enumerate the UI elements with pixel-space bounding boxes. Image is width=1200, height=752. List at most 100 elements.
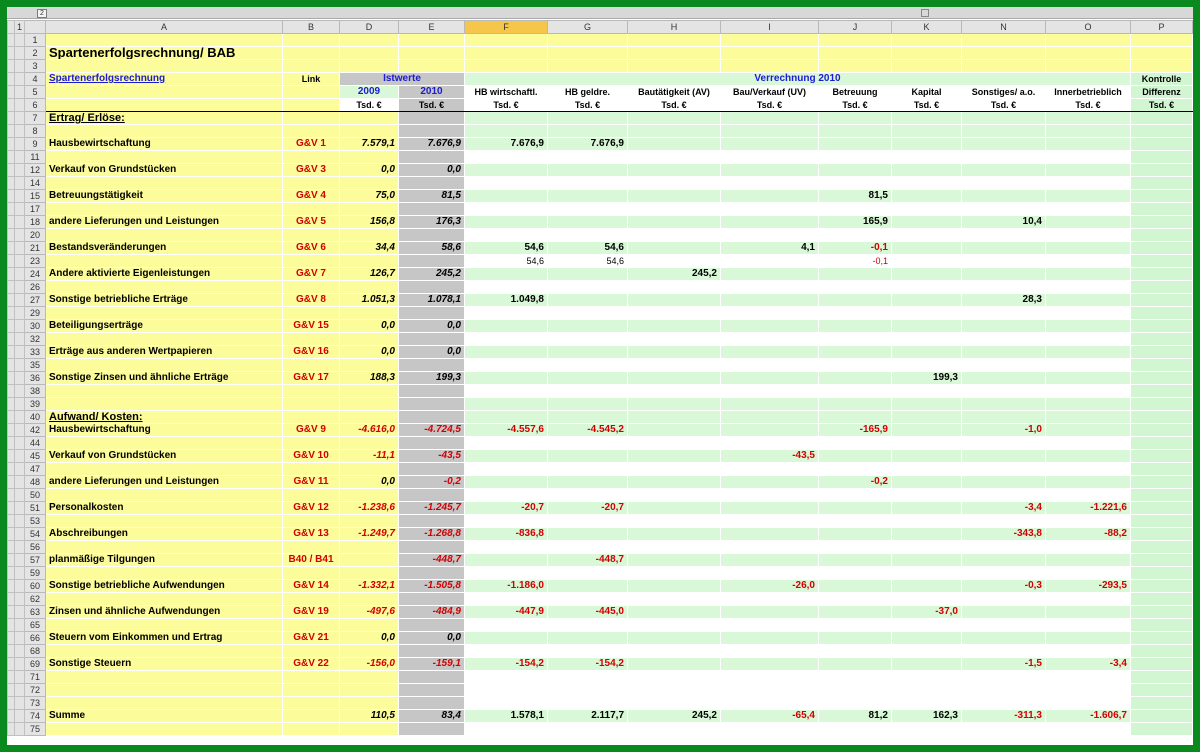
row-number[interactable]: 47 xyxy=(24,462,46,476)
cell[interactable] xyxy=(818,228,892,242)
row-number[interactable]: 30 xyxy=(24,319,46,333)
allocation-value[interactable] xyxy=(818,527,892,541)
row-number[interactable]: 35 xyxy=(24,358,46,372)
cell[interactable] xyxy=(891,696,962,710)
cell-d[interactable] xyxy=(339,644,399,658)
allocation-value[interactable] xyxy=(547,163,628,177)
cell-a[interactable] xyxy=(45,618,283,632)
cell-a[interactable] xyxy=(45,332,283,346)
cell-b[interactable] xyxy=(282,488,340,502)
cell[interactable] xyxy=(1045,644,1131,658)
allocation-value[interactable] xyxy=(547,527,628,541)
gv-link[interactable]: G&V 11 xyxy=(282,475,340,489)
allocation-value[interactable] xyxy=(627,137,721,151)
cell[interactable] xyxy=(1045,436,1131,450)
value-2009[interactable]: -156,0 xyxy=(339,657,399,671)
cell[interactable] xyxy=(720,488,819,502)
cell-d[interactable] xyxy=(339,306,399,320)
cell[interactable] xyxy=(720,228,819,242)
value-2009[interactable]: 0,0 xyxy=(339,345,399,359)
cell[interactable] xyxy=(464,462,548,476)
cell[interactable] xyxy=(464,683,548,697)
cell-e[interactable] xyxy=(398,514,465,528)
value-2009[interactable]: 0,0 xyxy=(339,163,399,177)
value-2010[interactable]: -43,5 xyxy=(398,449,465,463)
value-2009[interactable]: -11,1 xyxy=(339,449,399,463)
cell-e[interactable] xyxy=(398,111,465,125)
allocation-value[interactable]: 54,6 xyxy=(464,241,548,255)
row-number[interactable]: 50 xyxy=(24,488,46,502)
outline-level-2-button[interactable]: 2 xyxy=(37,9,47,18)
value-2010[interactable]: -1.245,7 xyxy=(398,501,465,515)
kontrolle-differenz[interactable] xyxy=(1130,293,1193,307)
allocation-value[interactable] xyxy=(627,345,721,359)
cell-p[interactable] xyxy=(1130,514,1193,528)
allocation-value[interactable] xyxy=(464,475,548,489)
gv-link[interactable]: G&V 21 xyxy=(282,631,340,645)
cell[interactable] xyxy=(464,332,548,346)
column-header-o[interactable]: O xyxy=(1045,20,1131,34)
cell[interactable] xyxy=(818,59,892,73)
cell[interactable] xyxy=(818,202,892,216)
row-number[interactable]: 8 xyxy=(24,124,46,138)
cell-e[interactable] xyxy=(398,384,465,398)
cell[interactable] xyxy=(1045,33,1131,47)
allocation-value[interactable] xyxy=(891,241,962,255)
allocation-value[interactable]: -1.606,7 xyxy=(1045,709,1131,723)
cell[interactable] xyxy=(961,488,1046,502)
allocation-value[interactable]: 54,6 xyxy=(547,241,628,255)
cell-p[interactable] xyxy=(1130,254,1193,268)
cell[interactable] xyxy=(547,33,628,47)
cell-b[interactable] xyxy=(282,410,340,424)
cell[interactable] xyxy=(961,436,1046,450)
cell[interactable] xyxy=(1045,722,1131,736)
row-number[interactable]: 60 xyxy=(24,579,46,593)
cell-b[interactable] xyxy=(282,46,340,60)
allocation-value[interactable] xyxy=(627,631,721,645)
cell-b[interactable] xyxy=(282,306,340,320)
cell[interactable] xyxy=(547,176,628,190)
kontrolle-differenz[interactable] xyxy=(1130,449,1193,463)
allocation-value[interactable]: -311,3 xyxy=(961,709,1046,723)
gv-link[interactable]: G&V 15 xyxy=(282,319,340,333)
cell[interactable] xyxy=(1045,332,1131,346)
value-2009[interactable]: 1.051,3 xyxy=(339,293,399,307)
cell-b[interactable] xyxy=(282,150,340,164)
allocation-value[interactable] xyxy=(891,449,962,463)
cell[interactable] xyxy=(961,202,1046,216)
cell[interactable] xyxy=(818,280,892,294)
allocation-value[interactable] xyxy=(464,215,548,229)
cell[interactable] xyxy=(961,358,1046,372)
allocation-value[interactable] xyxy=(627,553,721,567)
cell-a[interactable] xyxy=(45,722,283,736)
cell[interactable] xyxy=(547,111,628,125)
allocation-value[interactable] xyxy=(464,553,548,567)
cell[interactable] xyxy=(818,384,892,398)
gv-link[interactable]: G&V 3 xyxy=(282,163,340,177)
cell-e[interactable] xyxy=(398,202,465,216)
cell[interactable] xyxy=(627,202,721,216)
cell[interactable] xyxy=(1045,280,1131,294)
cell-a[interactable] xyxy=(45,384,283,398)
allocation-value[interactable]: -88,2 xyxy=(1045,527,1131,541)
allocation-value[interactable]: -293,5 xyxy=(1045,579,1131,593)
gv-link[interactable]: G&V 17 xyxy=(282,371,340,385)
row-number[interactable]: 21 xyxy=(24,241,46,255)
allocation-value[interactable]: -154,2 xyxy=(547,657,628,671)
column-header-k[interactable]: K xyxy=(891,20,962,34)
cell[interactable] xyxy=(720,176,819,190)
cell[interactable] xyxy=(961,150,1046,164)
cell[interactable] xyxy=(961,59,1046,73)
value-2009[interactable]: -1.249,7 xyxy=(339,527,399,541)
allocation-value[interactable] xyxy=(961,241,1046,255)
cell[interactable] xyxy=(891,462,962,476)
cell-a[interactable] xyxy=(45,33,283,47)
cell-d[interactable] xyxy=(339,124,399,138)
cell[interactable] xyxy=(818,46,892,60)
cell[interactable] xyxy=(627,696,721,710)
cell-p[interactable] xyxy=(1130,683,1193,697)
cell-d[interactable] xyxy=(339,488,399,502)
cell[interactable] xyxy=(961,696,1046,710)
cell-a[interactable] xyxy=(45,280,283,294)
allocation-value[interactable] xyxy=(818,293,892,307)
